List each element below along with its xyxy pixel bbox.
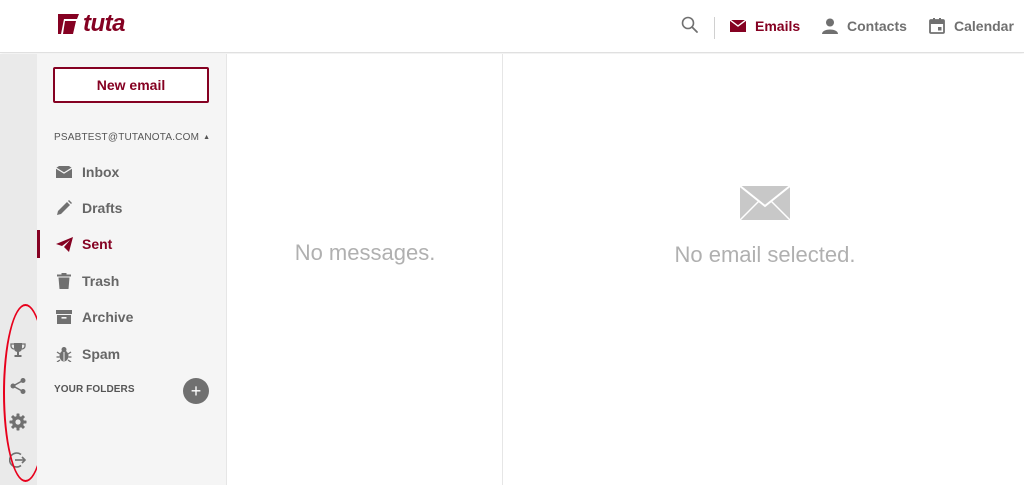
left-rail [0, 54, 37, 485]
nav-emails-label: Emails [755, 18, 801, 34]
rail-logout-button[interactable] [8, 450, 28, 470]
folder-sidebar: New email PSABTEST@TUTANOTA.COM ▲ Inbox … [37, 54, 227, 485]
rail-trophy-button[interactable] [8, 340, 28, 360]
your-folders-heading: YOUR FOLDERS [54, 384, 135, 395]
calendar-icon [929, 18, 945, 34]
folder-inbox-label: Inbox [82, 164, 120, 180]
trophy-icon [10, 343, 26, 357]
folder-spam[interactable]: Spam [37, 337, 226, 371]
folder-archive[interactable]: Archive [37, 300, 226, 334]
tuta-logo-icon [58, 14, 79, 34]
rail-settings-button[interactable] [8, 412, 28, 432]
envelope-icon [730, 20, 746, 32]
app-header: tuta Emails Contacts Calendar [0, 0, 1024, 53]
pencil-icon [55, 199, 73, 217]
gear-icon [9, 413, 27, 431]
nav-calendar[interactable]: Calendar [929, 15, 1014, 37]
nav-emails[interactable]: Emails [730, 15, 800, 37]
nav-calendar-label: Calendar [954, 18, 1014, 34]
person-icon [822, 18, 838, 34]
bug-icon [55, 345, 73, 363]
header-divider [714, 17, 715, 39]
inbox-icon [55, 163, 73, 181]
paper-plane-icon [55, 235, 73, 253]
folder-trash-label: Trash [82, 273, 120, 289]
folder-archive-label: Archive [82, 309, 134, 325]
tuta-logo[interactable]: tuta [56, 10, 126, 37]
rail-share-button[interactable] [8, 376, 28, 396]
trash-icon [55, 272, 73, 290]
logo-text: tuta [83, 10, 126, 37]
logout-icon [9, 452, 27, 468]
message-list: No messages. [227, 54, 503, 485]
no-email-selected-text: No email selected. [674, 242, 856, 267]
account-email: PSABTEST@TUTANOTA.COM [54, 132, 200, 143]
search-button[interactable] [680, 15, 700, 35]
new-email-button[interactable]: New email [53, 67, 209, 103]
folder-drafts-label: Drafts [82, 200, 123, 216]
caret-up-icon: ▲ [203, 134, 211, 141]
no-messages-text: No messages. [294, 240, 436, 265]
account-selector[interactable]: PSABTEST@TUTANOTA.COM ▲ [54, 132, 210, 143]
folder-trash[interactable]: Trash [37, 264, 226, 298]
folder-drafts[interactable]: Drafts [37, 191, 226, 225]
nav-contacts[interactable]: Contacts [822, 15, 907, 37]
envelope-placeholder-icon [740, 186, 790, 220]
nav-contacts-label: Contacts [847, 18, 907, 34]
folder-sent[interactable]: Sent [37, 227, 226, 261]
plus-icon: + [190, 381, 202, 401]
add-folder-button[interactable]: + [183, 378, 209, 404]
archive-icon [55, 308, 73, 326]
share-icon [10, 378, 26, 394]
folder-sent-label: Sent [82, 236, 113, 252]
email-viewer: No email selected. [503, 54, 1024, 485]
search-icon [681, 16, 698, 33]
folder-spam-label: Spam [82, 346, 121, 362]
folder-inbox[interactable]: Inbox [37, 155, 226, 189]
